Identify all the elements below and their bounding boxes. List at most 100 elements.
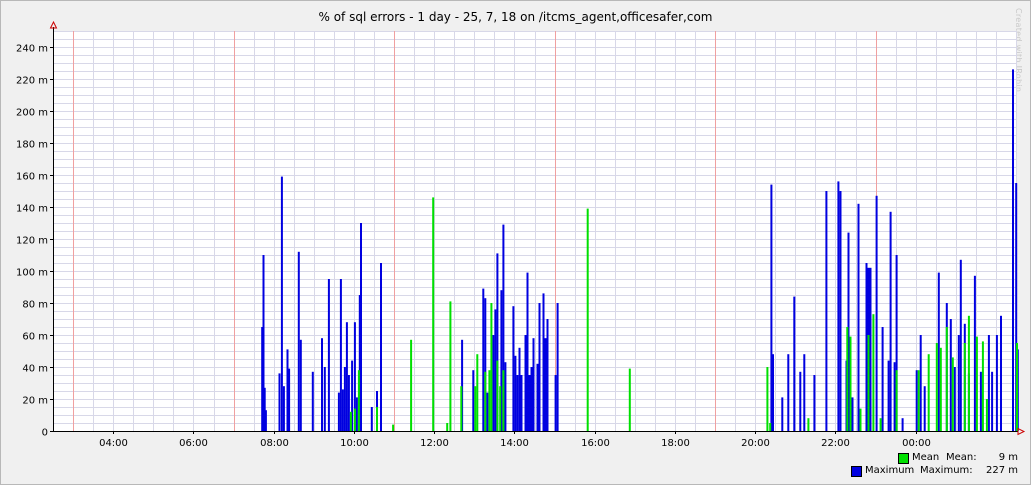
bar-maximum	[979, 371, 982, 431]
bar-mean	[349, 411, 352, 431]
bar-mean	[499, 386, 502, 431]
bar-maximum	[973, 275, 976, 431]
bar-mean	[951, 357, 954, 431]
bar-maximum	[803, 354, 806, 431]
bar-mean	[872, 314, 875, 431]
bar-maximum	[875, 195, 878, 431]
bar-maximum	[370, 407, 373, 431]
bar-mean	[769, 423, 772, 431]
bar-maximum	[556, 303, 559, 431]
bar-mean	[895, 370, 898, 431]
bar-mean	[392, 424, 395, 431]
x-tick-label: 04:00	[99, 438, 128, 449]
bar-maximum	[937, 272, 940, 431]
bar-maximum	[1012, 69, 1014, 432]
legend-label-maximum: Maximum	[865, 465, 915, 476]
bar-maximum	[781, 397, 784, 431]
bar-maximum	[839, 191, 842, 431]
bar-mean	[474, 386, 477, 431]
bar-maximum	[472, 370, 475, 431]
y-tick-label: 200 m	[16, 108, 48, 119]
legend-swatch-mean	[898, 453, 909, 464]
bar-maximum	[554, 375, 557, 431]
bar-mean	[446, 423, 449, 431]
bar-maximum	[881, 327, 884, 431]
bar-maximum	[528, 375, 531, 431]
y-tick-label: 140 m	[16, 204, 48, 215]
bar-maximum	[793, 296, 796, 431]
bar-maximum	[518, 347, 521, 431]
bar-maximum	[516, 375, 519, 431]
bar-mean	[846, 327, 849, 431]
bar-maximum	[299, 339, 302, 431]
bar-maximum	[524, 335, 527, 431]
y-tick-label: 160 m	[16, 172, 48, 183]
bar-mean	[975, 336, 978, 431]
bar-maximum	[825, 191, 828, 431]
bar-maximum	[341, 389, 344, 431]
bar-maximum	[337, 392, 340, 431]
legend-stat-label-mean: Mean:	[946, 452, 977, 463]
bar-maximum	[360, 223, 362, 431]
bar-mean	[586, 208, 589, 431]
bar-mean	[879, 418, 882, 431]
bar-maximum	[504, 362, 507, 431]
bar-maximum	[889, 211, 892, 431]
y-tick-label: 80 m	[22, 300, 48, 311]
bar-mean	[460, 386, 463, 431]
bar-mean	[1016, 343, 1018, 431]
y-tick-label: 0	[42, 428, 48, 439]
bar-mean	[981, 341, 984, 431]
bar-mean	[945, 327, 948, 431]
x-tick-label: 00:00	[902, 438, 931, 449]
bar-maximum	[512, 306, 515, 431]
bar-mean	[963, 343, 966, 431]
bar-maximum	[544, 338, 547, 431]
bar-mean	[449, 301, 452, 431]
bar-maximum	[857, 203, 860, 431]
x-tick-label: 10:00	[340, 438, 369, 449]
x-axis-arrow	[1017, 427, 1026, 436]
x-tick-label: 08:00	[260, 438, 289, 449]
bar-maximum	[957, 335, 960, 431]
y-tick-label: 220 m	[16, 76, 48, 87]
y-tick-label: 180 m	[16, 140, 48, 151]
bar-maximum	[959, 259, 962, 431]
legend-label-mean: Mean	[912, 452, 940, 463]
bar-maximum	[546, 319, 549, 431]
bar-maximum	[799, 371, 802, 431]
plot-area: 0 20 m 40 m 60 m 80 m 100 m 120 m 140 m 160 m 180…	[16, 20, 1026, 449]
bar-maximum	[953, 367, 956, 431]
bar-maximum	[339, 279, 342, 431]
bar-mean	[376, 407, 378, 431]
chart-svg: 0 20 m 40 m 60 m 80 m 100 m 120 m 140 m 160 m 180…	[16, 20, 1026, 449]
bar-mean	[859, 408, 862, 431]
bar-maximum	[288, 368, 291, 431]
bar-maximum	[311, 371, 314, 431]
x-tick-label: 20:00	[741, 438, 770, 449]
bar-maximum	[772, 354, 774, 431]
bar-maximum	[321, 338, 323, 431]
bar-mean	[917, 370, 920, 431]
bar-maximum	[813, 375, 816, 431]
bar-maximum	[949, 319, 952, 431]
y-tick-label: 20 m	[22, 396, 48, 407]
bar-maximum	[538, 303, 541, 431]
bar-maximum	[532, 338, 535, 431]
y-tick-label: 100 m	[16, 268, 48, 279]
legend-stat-value-mean: 9 m	[998, 452, 1018, 463]
bar-maximum	[526, 272, 529, 431]
bar-maximum	[345, 322, 348, 431]
bar-maximum	[787, 354, 790, 431]
x-tick-label: 12:00	[420, 438, 449, 449]
bar-maximum	[887, 360, 890, 431]
bar-maximum	[987, 335, 990, 431]
y-tick-label: 40 m	[22, 364, 48, 375]
bar-mean	[935, 343, 938, 431]
bar-maximum	[264, 410, 267, 431]
bar-maximum	[837, 181, 840, 431]
bar-maximum	[297, 251, 300, 431]
bar-maximum	[492, 335, 495, 431]
bar-mean	[927, 354, 930, 431]
bar-maximum	[355, 397, 358, 431]
